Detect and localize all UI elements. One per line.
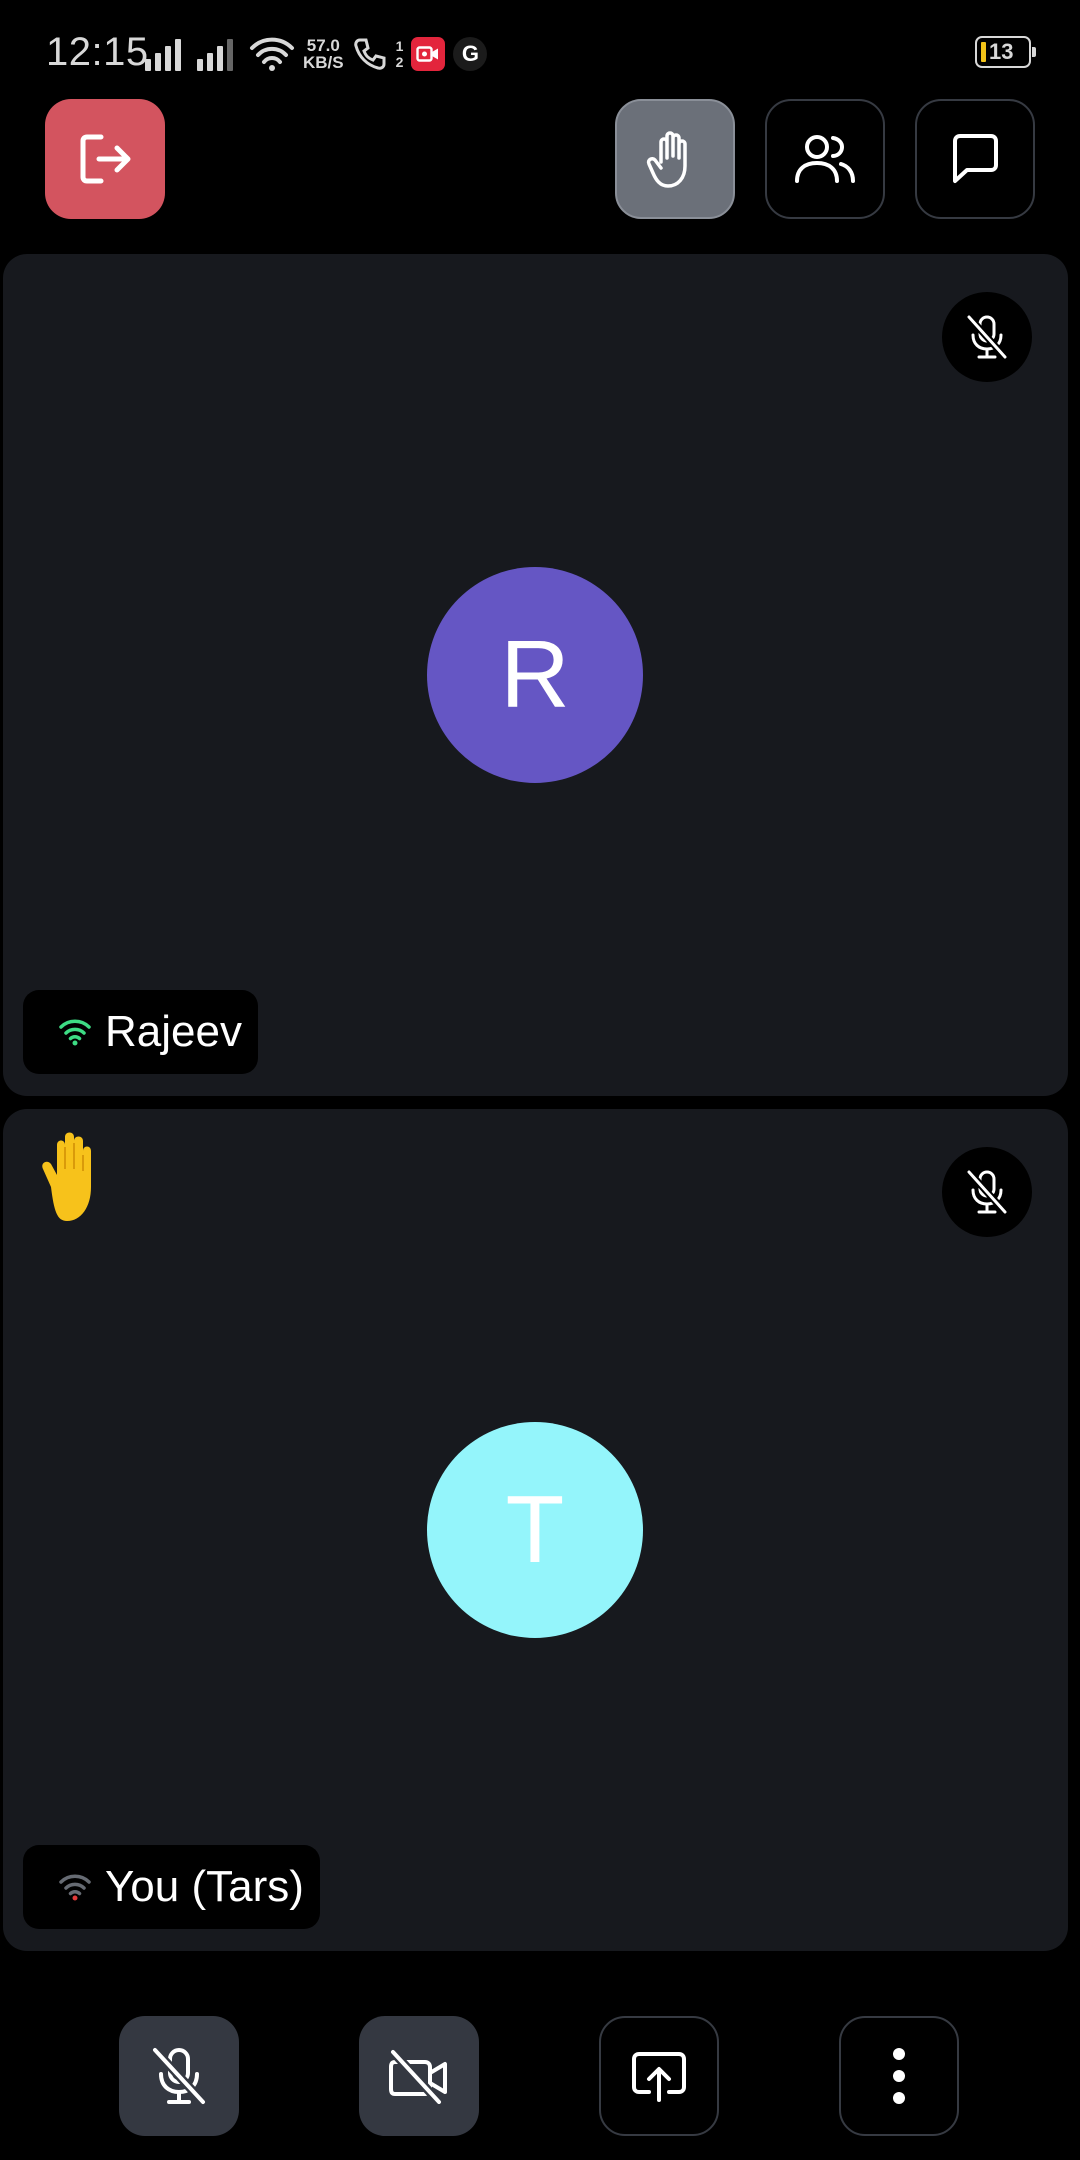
battery-indicator: 13 [975,36,1036,68]
sim-slot-1: 1 [395,38,404,54]
connection-signal-icon [59,1874,91,1901]
toggle-mic-button[interactable] [119,2016,239,2136]
participant-name: You (Tars) [105,1862,304,1911]
toggle-camera-button[interactable] [359,2016,479,2136]
share-screen-icon [632,2052,686,2102]
wifi-icon [250,37,294,71]
mic-off-indicator [942,292,1032,382]
raise-hand-button[interactable] [615,99,735,219]
participant-name-tag: Rajeev [23,990,258,1074]
network-speed: 57.0 KB/S [303,37,344,71]
participant-name-tag: You (Tars) [23,1845,320,1929]
status-icons: 57.0 KB/S 1 2 G [145,30,488,78]
avatar-initial: R [500,621,570,728]
participants-button[interactable] [765,99,885,219]
google-icon: G [453,37,488,71]
sim-slot-2: 2 [395,54,404,70]
network-speed-unit: KB/S [303,53,344,72]
hand-icon [646,131,687,188]
chat-button[interactable] [915,99,1035,219]
mic-off-icon [151,2046,207,2106]
raised-hand-icon [42,1132,91,1221]
more-options-button[interactable] [839,2016,959,2136]
camera-off-icon [389,2048,447,2104]
screen-record-icon [411,37,446,71]
connection-signal-icon [59,1019,91,1046]
avatar-initial: T [505,1476,565,1583]
mic-off-indicator [942,1147,1032,1237]
status-time: 12:15 [46,30,149,74]
people-icon [795,135,855,183]
leave-icon [80,134,131,184]
battery-level-bar [981,42,986,62]
participant-tile-rajeev[interactable]: R Rajeev [3,254,1068,1096]
status-bar: 12:15 57.0 KB/S 1 2 G 13 [0,0,1080,100]
sim-indicator: 1 2 [396,38,404,70]
participant-tile-self[interactable]: T You (Tars) [3,1109,1068,1951]
avatar: R [427,567,643,783]
chat-icon [953,134,998,183]
cell-signal-icon [145,37,181,71]
share-screen-button[interactable] [599,2016,719,2136]
network-speed-value: 57.0 [306,36,340,55]
wifi-calling-icon [353,38,386,70]
avatar: T [427,1422,643,1638]
battery-level: 13 [989,39,1014,64]
more-vertical-icon [893,2048,905,2104]
mic-off-icon [966,1169,1008,1215]
leave-call-button[interactable] [45,99,165,219]
participant-name: Rajeev [105,1007,242,1056]
cell-signal-2-icon [197,37,233,71]
mic-off-icon [966,314,1008,360]
